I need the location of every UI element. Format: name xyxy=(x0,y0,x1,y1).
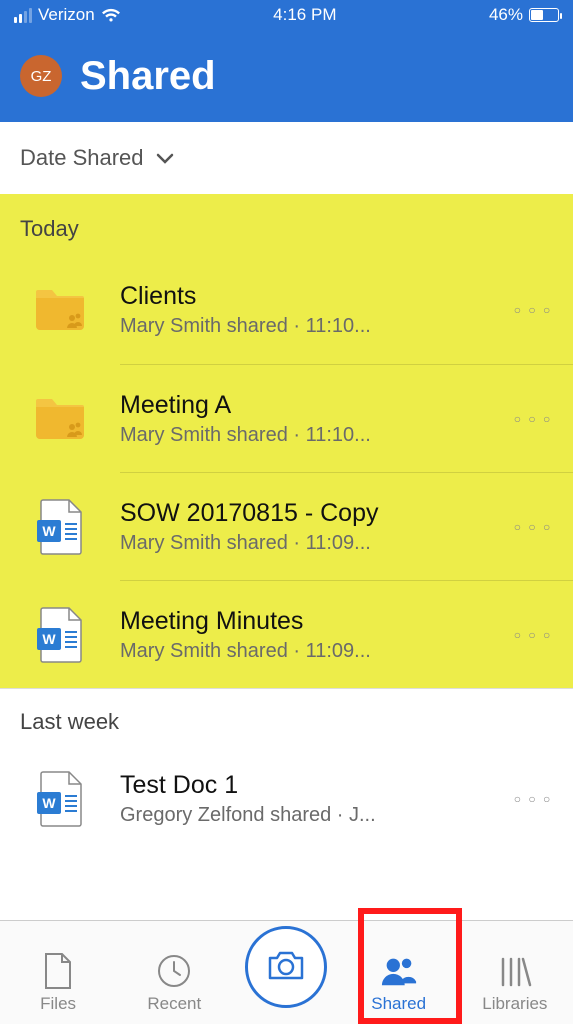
camera-button[interactable] xyxy=(245,926,327,1008)
tab-files[interactable]: Files xyxy=(13,952,103,1014)
svg-text:W: W xyxy=(42,795,56,811)
battery-percent: 46% xyxy=(489,5,523,25)
battery-fill xyxy=(531,10,543,20)
page-title: Shared xyxy=(80,54,216,99)
tab-recent[interactable]: Recent xyxy=(129,952,219,1014)
folder-shared-icon xyxy=(30,280,90,340)
section-last-week: Last week W Test Doc 1 Gregory Zelfond s… xyxy=(0,688,573,853)
status-bar: Verizon 4:16 PM 46% xyxy=(0,0,573,30)
file-icon xyxy=(39,952,77,990)
list-item[interactable]: Clients Mary Smith shared · 11:10... ○ ○… xyxy=(0,256,573,364)
library-icon xyxy=(496,952,534,990)
file-subtitle: Mary Smith shared · 11:10... xyxy=(120,315,513,338)
list-item[interactable]: W Test Doc 1 Gregory Zelfond shared · J.… xyxy=(0,745,573,853)
more-button[interactable]: ○ ○ ○ xyxy=(513,792,553,806)
word-doc-icon: W xyxy=(30,497,90,557)
section-header: Today xyxy=(0,194,573,256)
word-doc-icon: W xyxy=(30,605,90,665)
more-button[interactable]: ○ ○ ○ xyxy=(513,303,553,317)
clock: 4:16 PM xyxy=(273,5,336,25)
carrier-label: Verizon xyxy=(38,5,95,25)
sort-label: Date Shared xyxy=(20,145,144,171)
file-subtitle: Gregory Zelfond shared · J... xyxy=(120,804,513,827)
app-header: GZ Shared xyxy=(0,30,573,122)
folder-shared-icon xyxy=(30,389,90,449)
more-button[interactable]: ○ ○ ○ xyxy=(513,412,553,426)
file-title: Meeting Minutes xyxy=(120,607,513,636)
tab-bar: Files Recent Shared Libraries xyxy=(0,920,573,1024)
word-doc-icon: W xyxy=(30,769,90,829)
camera-icon xyxy=(266,948,306,987)
file-title: SOW 20170815 - Copy xyxy=(120,499,513,528)
section-today: Today Clients Mary Smith shared · 11:10.… xyxy=(0,194,573,688)
tab-shared[interactable]: Shared xyxy=(354,952,444,1014)
clock-icon xyxy=(155,952,193,990)
wifi-icon xyxy=(101,8,121,23)
tab-label: Recent xyxy=(147,994,201,1014)
chevron-down-icon xyxy=(156,145,174,171)
svg-text:W: W xyxy=(42,523,56,539)
avatar[interactable]: GZ xyxy=(20,55,62,97)
more-button[interactable]: ○ ○ ○ xyxy=(513,520,553,534)
sort-button[interactable]: Date Shared xyxy=(0,122,573,194)
file-subtitle: Mary Smith shared · 11:09... xyxy=(120,640,513,663)
tab-label: Shared xyxy=(371,994,426,1014)
list-item[interactable]: W SOW 20170815 - Copy Mary Smith shared … xyxy=(120,472,573,580)
file-title: Clients xyxy=(120,282,513,311)
battery-icon xyxy=(529,8,559,22)
list-item[interactable]: W Meeting Minutes Mary Smith shared · 11… xyxy=(120,580,573,688)
section-header: Last week xyxy=(0,689,573,745)
file-title: Test Doc 1 xyxy=(120,771,513,800)
file-subtitle: Mary Smith shared · 11:09... xyxy=(120,532,513,555)
people-icon xyxy=(380,952,418,990)
tab-label: Files xyxy=(40,994,76,1014)
svg-text:W: W xyxy=(42,631,56,647)
file-subtitle: Mary Smith shared · 11:10... xyxy=(120,424,513,447)
more-button[interactable]: ○ ○ ○ xyxy=(513,628,553,642)
signal-icon xyxy=(14,8,32,23)
tab-label: Libraries xyxy=(482,994,547,1014)
tab-libraries[interactable]: Libraries xyxy=(470,952,560,1014)
file-title: Meeting A xyxy=(120,391,513,420)
list-item[interactable]: Meeting A Mary Smith shared · 11:10... ○… xyxy=(120,364,573,472)
